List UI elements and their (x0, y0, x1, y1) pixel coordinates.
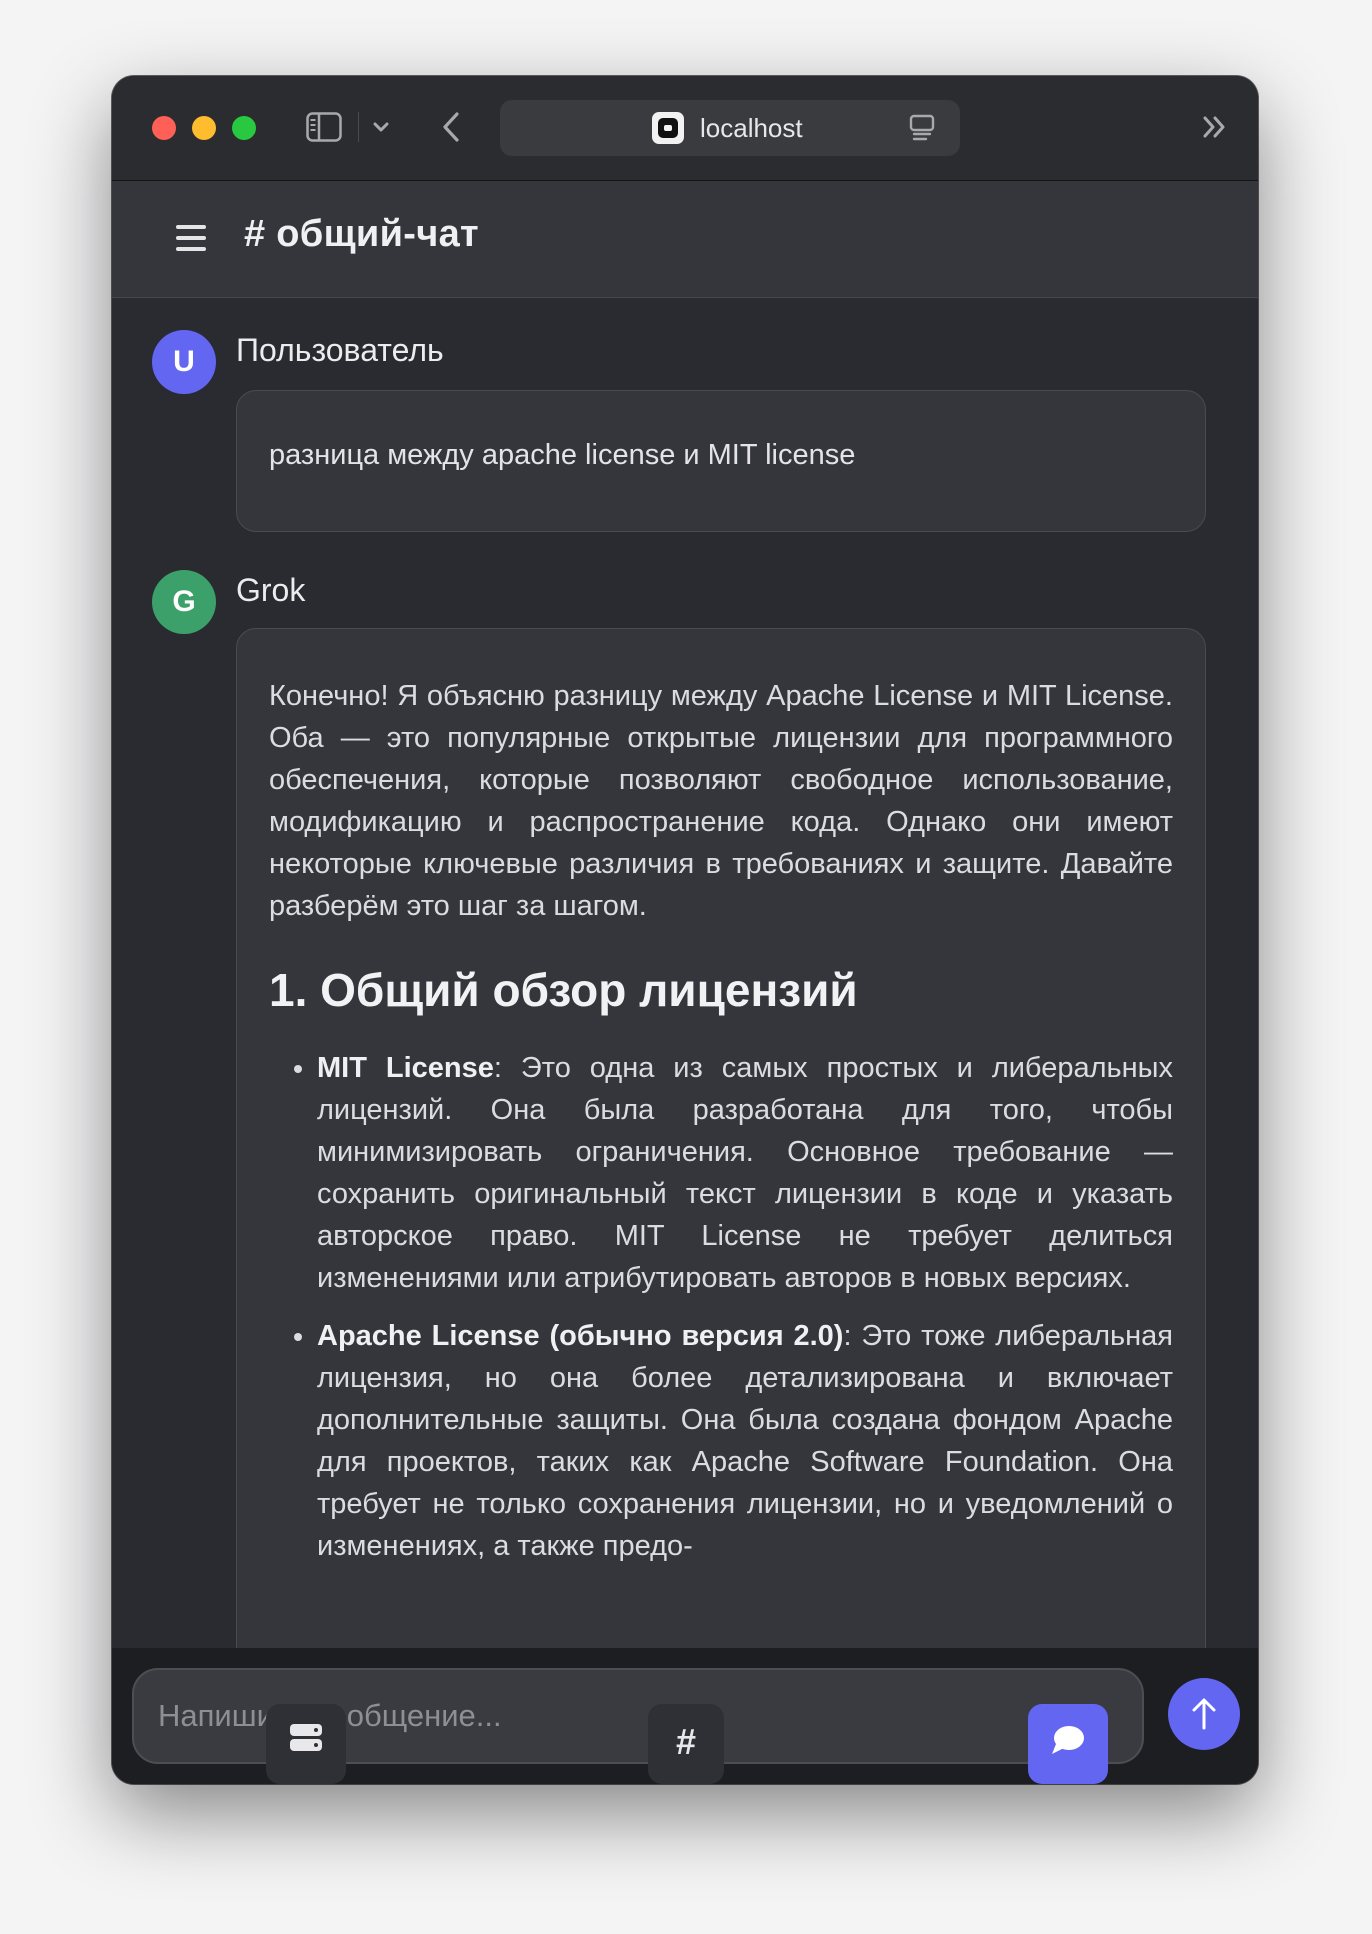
minimize-window-button[interactable] (192, 116, 216, 140)
address-bar[interactable]: localhost (500, 100, 960, 156)
message-list[interactable]: U Пользователь разница между apache lice… (112, 298, 1258, 1648)
message-author: Пользователь (236, 332, 444, 368)
titlebar-divider (358, 112, 359, 142)
arrow-up-icon (1192, 1698, 1216, 1730)
message-author: Grok (236, 572, 306, 608)
server-icon (290, 1724, 322, 1751)
nav-chat-button[interactable] (1028, 1704, 1108, 1784)
send-button[interactable] (1168, 1678, 1240, 1750)
nav-servers-button[interactable] (266, 1704, 346, 1784)
toolbar-overflow-icon[interactable] (1200, 112, 1230, 142)
message-paragraph: Конечно! Я объясню разницу между Apache … (269, 680, 1173, 922)
list-item: MIT License: Это одна из самых простых и… (317, 1047, 1173, 1299)
url-text: localhost (700, 113, 803, 143)
hamburger-menu-icon[interactable] (176, 225, 206, 251)
chevron-down-icon[interactable] (370, 116, 392, 138)
message-bubble: разница между apache license и MIT licen… (236, 390, 1206, 532)
bullet-text: : Это одна из самых простых и либеральны… (317, 1052, 1173, 1294)
nav-channels-button[interactable]: # (648, 1704, 724, 1784)
close-window-button[interactable] (152, 116, 176, 140)
message-bullet-list: MIT License: Это одна из самых простых и… (269, 1047, 1173, 1567)
bullet-term: Apache License (обычно версия 2.0) (317, 1320, 844, 1352)
avatar: U (152, 330, 216, 394)
reader-mode-icon[interactable] (908, 114, 936, 142)
message-heading: 1. Общий обзор лицензий (269, 964, 858, 1016)
avatar: G (152, 570, 216, 634)
browser-titlebar: localhost (112, 76, 1258, 181)
channel-title: # общий-чат (244, 213, 479, 255)
bullet-term: MIT License (317, 1052, 494, 1084)
site-favicon-icon (652, 112, 684, 144)
bullet-text: : Это тоже либеральная лицензия, но она … (317, 1320, 1173, 1562)
channel-header: # общий-чат (112, 181, 1258, 298)
zoom-window-button[interactable] (232, 116, 256, 140)
back-arrow-icon[interactable] (438, 110, 464, 144)
message-text: разница между apache license и MIT licen… (269, 439, 856, 471)
list-item: Apache License (обычно версия 2.0): Это … (317, 1315, 1173, 1567)
chat-bubble-icon (1052, 1726, 1084, 1754)
browser-window: localhost # общий-чат U Пользователь раз… (112, 76, 1258, 1784)
sidebar-toggle-icon[interactable] (306, 112, 342, 142)
message-bubble: Конечно! Я объясню разницу между Apache … (236, 628, 1206, 1648)
